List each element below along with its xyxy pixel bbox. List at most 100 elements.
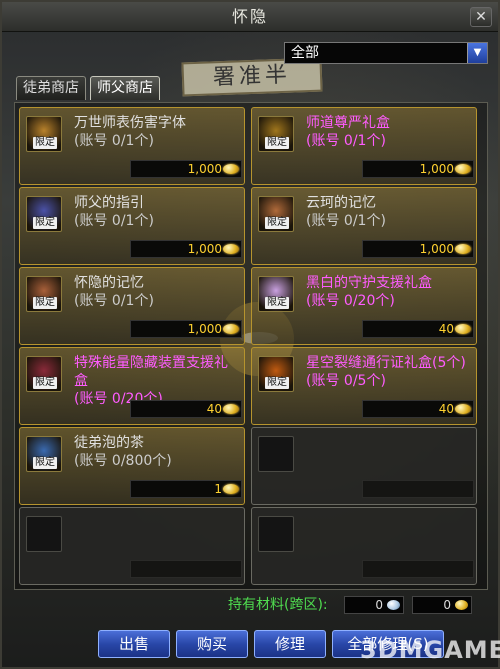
item-grid: 限定 万世师表伤害字体 (账号 0/1个) 1,000 限定 师道尊严礼盒 (账号 0/1个… (14, 102, 488, 590)
shop-item-slot[interactable]: 限定 师道尊严礼盒 (账号 0/1个) 1,000 (251, 107, 477, 185)
shop-item-slot[interactable]: 限定 怀隐的记忆 (账号 0/1个) 1,000 (19, 267, 245, 345)
gold-coin-icon (455, 404, 471, 414)
chest-icon: 限定 (258, 196, 294, 232)
item-name-block: 万世师表伤害字体 (账号 0/1个) (74, 114, 240, 150)
chest-icon: 限定 (26, 276, 62, 312)
item-price: 1 (214, 482, 222, 496)
empty-icon-frame (258, 516, 294, 552)
item-price: 40 (438, 402, 454, 416)
limited-tag: 限定 (33, 297, 57, 309)
shop-item-slot[interactable]: 限定 特殊能量隐藏装置支援礼盒 (账号 0/20个) 40 (19, 347, 245, 425)
materials-value-2-text: 0 (443, 598, 451, 612)
item-price: 1,000 (419, 162, 454, 176)
materials-value-2: 0 (412, 596, 472, 614)
category-filter-value: 全部 (291, 45, 319, 61)
chevron-down-icon[interactable]: ▼ (467, 43, 487, 63)
device-box-icon: 限定 (26, 356, 62, 392)
item-name: 徒弟泡的茶 (74, 435, 144, 451)
limited-tag: 限定 (265, 297, 289, 309)
item-name: 万世师表伤害字体 (74, 115, 186, 131)
shop-item-slot[interactable]: 限定 星空裂缝通行证礼盒(5个) (账号 0/5个) 40 (251, 347, 477, 425)
gold-coin-icon (223, 244, 239, 254)
gold-coin-icon (223, 404, 239, 414)
materials-value-1: 0 (344, 596, 404, 614)
item-account-limit: (账号 0/1个) (74, 293, 154, 309)
item-name-block: 徒弟泡的茶 (账号 0/800个) (74, 434, 240, 470)
gem-icon (387, 600, 400, 610)
gold-coin-icon (223, 324, 239, 334)
gold-coin-icon (455, 600, 468, 610)
shop-item-slot[interactable]: 限定 云珂的记忆 (账号 0/1个) 1,000 (251, 187, 477, 265)
item-account-limit: (账号 0/1个) (74, 213, 154, 229)
sell-button[interactable]: 出售 (98, 630, 170, 658)
materials-label: 持有材料(跨区): (228, 597, 328, 613)
price-bar (362, 560, 474, 578)
shop-window: 怀隐 ✕ 署准半 全部 ▼ 徒弟商店 师父商店 限定 万世师表伤害字体 (账号 0/… (0, 0, 500, 669)
item-account-limit: (账号 0/5个) (306, 373, 386, 389)
limited-tag: 限定 (33, 217, 57, 229)
price-bar (130, 560, 242, 578)
gold-coin-icon (455, 324, 471, 334)
empty-icon-frame (258, 436, 294, 472)
item-name-block: 师父的指引 (账号 0/1个) (74, 194, 240, 230)
gold-coin-icon (223, 164, 239, 174)
repair-button[interactable]: 修理 (254, 630, 326, 658)
materials-value-1-text: 0 (375, 598, 383, 612)
item-account-limit: (账号 0/1个) (74, 133, 154, 149)
item-account-limit: (账号 0/800个) (74, 453, 172, 469)
crystal-box-icon: 限定 (258, 276, 294, 312)
close-button[interactable]: ✕ (470, 7, 492, 27)
empty-item-slot (251, 427, 477, 505)
limited-tag: 限定 (265, 217, 289, 229)
shop-item-slot[interactable]: 限定 黑白的守护支援礼盒 (账号 0/20个) 40 (251, 267, 477, 345)
limited-tag: 限定 (265, 137, 289, 149)
item-price: 40 (206, 402, 222, 416)
item-name: 师父的指引 (74, 195, 144, 211)
shop-item-slot[interactable]: 限定 徒弟泡的茶 (账号 0/800个) 1 (19, 427, 245, 505)
tea-cup-icon: 限定 (26, 436, 62, 472)
limited-tag: 限定 (33, 377, 57, 389)
item-account-limit: (账号 0/1个) (306, 213, 386, 229)
item-account-limit: (账号 0/1个) (306, 133, 386, 149)
empty-icon-frame (26, 516, 62, 552)
item-name: 师道尊严礼盒 (306, 115, 390, 131)
item-price: 1,000 (187, 322, 222, 336)
item-name-block: 黑白的守护支援礼盒 (账号 0/20个) (306, 274, 472, 310)
limited-tag: 限定 (33, 137, 57, 149)
limited-tag: 限定 (33, 457, 57, 469)
gift-box-icon: 限定 (258, 116, 294, 152)
shop-tabs: 徒弟商店 师父商店 (16, 76, 160, 100)
window-title: 怀隐 (231, 7, 268, 26)
book-icon: 限定 (26, 196, 62, 232)
shop-item-slot[interactable]: 限定 师父的指引 (账号 0/1个) 1,000 (19, 187, 245, 265)
item-name-block: 怀隐的记忆 (账号 0/1个) (74, 274, 240, 310)
item-name-block: 星空裂缝通行证礼盒(5个) (账号 0/5个) (306, 354, 472, 390)
tab-apprentice-shop[interactable]: 徒弟商店 (16, 76, 86, 100)
item-name: 云珂的记忆 (306, 195, 376, 211)
category-filter-dropdown[interactable]: 全部 ▼ (284, 42, 488, 64)
item-price: 40 (438, 322, 454, 336)
item-account-limit: (账号 0/20个) (306, 293, 395, 309)
item-name-block: 师道尊严礼盒 (账号 0/1个) (306, 114, 472, 150)
item-name: 星空裂缝通行证礼盒(5个) (306, 355, 466, 371)
pass-box-icon: 限定 (258, 356, 294, 392)
empty-item-slot (19, 507, 245, 585)
item-price: 1,000 (187, 162, 222, 176)
buy-button[interactable]: 购买 (176, 630, 248, 658)
price-bar (362, 480, 474, 498)
shop-item-slot[interactable]: 限定 万世师表伤害字体 (账号 0/1个) 1,000 (19, 107, 245, 185)
watermark-logo: 3DMGAME (360, 636, 500, 664)
empty-item-slot (251, 507, 477, 585)
item-price: 1,000 (187, 242, 222, 256)
gold-coin-icon (455, 164, 471, 174)
item-name: 怀隐的记忆 (74, 275, 144, 291)
item-name: 黑白的守护支援礼盒 (306, 275, 432, 291)
tab-master-shop[interactable]: 师父商店 (90, 76, 160, 100)
scroll-icon: 限定 (26, 116, 62, 152)
item-price: 1,000 (419, 242, 454, 256)
item-name: 特殊能量隐藏装置支援礼盒 (74, 355, 228, 389)
item-name-block: 云珂的记忆 (账号 0/1个) (306, 194, 472, 230)
gold-coin-icon (223, 484, 239, 494)
title-bar[interactable]: 怀隐 ✕ (2, 2, 498, 32)
limited-tag: 限定 (265, 377, 289, 389)
